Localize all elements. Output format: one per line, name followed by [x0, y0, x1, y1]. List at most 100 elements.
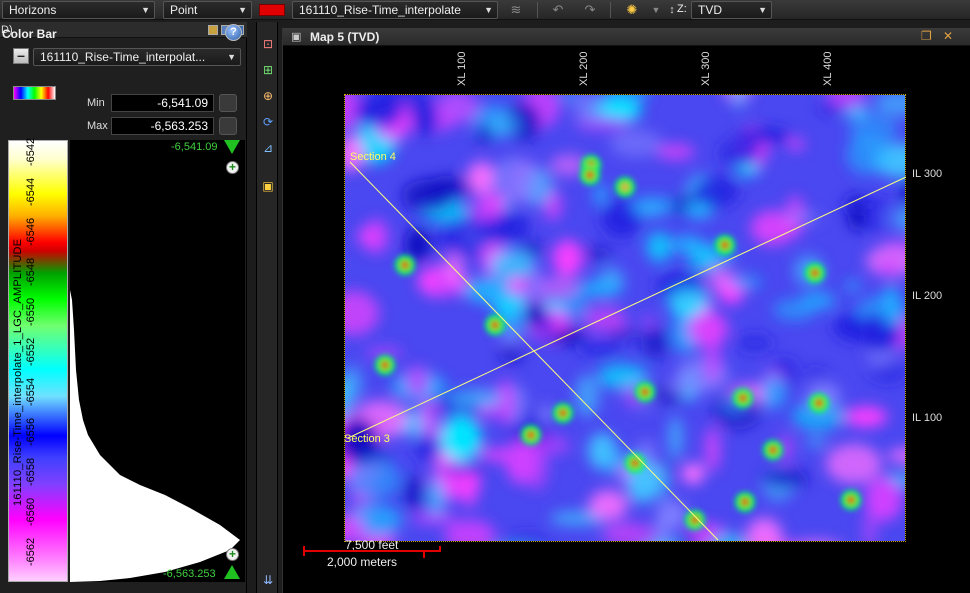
map-texture-blob — [419, 400, 438, 440]
horizons-combo-label: Horizons — [9, 3, 57, 17]
add-top-icon[interactable]: + — [226, 161, 239, 174]
color-swatch-button[interactable] — [259, 4, 285, 16]
map-texture-blob — [783, 211, 821, 224]
map-texture-blob — [487, 114, 521, 136]
map-texture-blob — [708, 268, 730, 291]
redo-icon[interactable]: ↷ — [582, 2, 598, 18]
chevron-down-icon: ▼ — [758, 5, 767, 15]
map-texture-blob — [588, 489, 628, 521]
map-texture-blob — [629, 196, 677, 216]
max-field[interactable]: -6,563.253 — [111, 117, 214, 135]
scale-tick — [439, 546, 441, 552]
map-texture-blob — [447, 389, 503, 409]
zoom-icon[interactable]: ⊕ — [260, 88, 276, 104]
map-texture-blob — [405, 365, 430, 398]
map-texture-blob — [524, 445, 549, 491]
color-bar-tick-label: -6546 — [25, 217, 37, 246]
attribute-combo[interactable]: 161110_Rise-Time_interpolate ▼ — [292, 1, 498, 19]
map-hotspot — [815, 399, 823, 407]
horizons-combo[interactable]: Horizons ▼ — [2, 1, 155, 19]
map-hotspot — [741, 498, 749, 506]
collapse-button[interactable]: – — [13, 48, 29, 64]
map-texture-blob — [579, 340, 623, 358]
map-texture-blob — [443, 252, 465, 285]
zoom-fit-icon[interactable]: ⊞ — [260, 62, 276, 78]
color-bar-tick-label: -6552 — [25, 337, 37, 366]
top-handle-icon[interactable] — [224, 140, 240, 154]
map-texture-blob — [656, 143, 695, 160]
section-3-label: Section 3 — [344, 433, 390, 445]
map-texture-blob — [845, 280, 861, 292]
map-texture-blob — [489, 250, 535, 280]
map-texture-blob — [552, 239, 583, 278]
map-hotspot — [847, 496, 855, 504]
chevron-down-icon[interactable]: ▼ — [648, 2, 664, 18]
mode-combo[interactable]: Point ▼ — [163, 1, 252, 19]
help-icon[interactable]: ? — [225, 24, 242, 41]
chevron-down-icon: ▼ — [484, 5, 493, 15]
map-texture-blob — [594, 183, 607, 206]
layers-icon[interactable]: ≋ — [508, 2, 524, 18]
map-texture-blob — [402, 475, 427, 511]
map-texture-blob — [576, 280, 623, 298]
map-hotspot — [527, 431, 535, 439]
map-texture-blob — [773, 298, 816, 321]
map-texture-blob — [688, 244, 717, 272]
amplitude-map — [345, 95, 905, 541]
mode-combo-label: Point — [170, 3, 198, 17]
color-bar-tick-label: -6544 — [25, 177, 37, 206]
map-canvas[interactable] — [344, 94, 906, 542]
map-texture-blob — [483, 193, 507, 212]
zoom-extent-icon[interactable]: ⊡ — [260, 36, 276, 52]
colorbar-top-value: -6,541.09 — [171, 141, 218, 153]
undo-icon[interactable]: ↶ — [550, 2, 566, 18]
min-field[interactable]: -6,541.09 — [111, 94, 214, 112]
map-window-icon: ▣ — [291, 31, 302, 43]
toolbar-separator — [610, 2, 611, 18]
bottom-handle-icon[interactable] — [224, 565, 240, 579]
map-hotspot — [381, 361, 389, 369]
sun-icon[interactable]: ✺ — [624, 2, 640, 18]
map-texture-blob — [865, 476, 903, 522]
xl-label: XL 300 — [700, 51, 712, 86]
map-texture-blob — [666, 378, 717, 394]
colorbar-attribute-select[interactable]: 161110_Rise-Time_interpolat... ▼ — [33, 48, 241, 66]
map-texture-blob — [398, 102, 412, 127]
map-texture-blob — [524, 300, 545, 327]
map-title: Map 5 (TVD) — [310, 30, 380, 44]
max-reset-button[interactable] — [219, 117, 237, 135]
map-texture-blob — [425, 175, 473, 199]
palette-swatch[interactable] — [13, 86, 56, 100]
z-label: Z: — [677, 3, 687, 15]
il-label: IL 300 — [912, 168, 943, 180]
z-domain-combo[interactable]: TVD ▼ — [691, 1, 772, 19]
map-texture-blob — [428, 478, 445, 516]
expand-icon[interactable]: ⇊ — [260, 572, 276, 588]
add-bottom-icon[interactable]: + — [226, 548, 239, 561]
ruler-icon[interactable]: ⊿ — [260, 140, 276, 156]
scale-tick — [423, 550, 425, 558]
color-bar-tick-label: -6556 — [25, 417, 37, 446]
close-icon[interactable]: ✕ — [943, 29, 953, 43]
color-bar-tick-label: -6542 — [25, 137, 37, 166]
rotate-icon[interactable]: ⟳ — [260, 114, 276, 130]
map-texture-blob — [825, 443, 882, 484]
palette-icon[interactable]: ▣ — [260, 178, 276, 194]
map-texture-blob — [481, 407, 495, 418]
map-hotspot — [631, 459, 639, 467]
map-texture-blob — [646, 231, 672, 262]
map-texture-blob — [640, 315, 657, 327]
panel-splitter[interactable] — [248, 22, 255, 593]
scale-feet-bar — [303, 550, 441, 552]
min-reset-button[interactable] — [219, 94, 237, 112]
restore-icon[interactable]: ❐ — [921, 29, 932, 43]
scale-tick — [303, 546, 305, 556]
map-texture-blob — [846, 135, 889, 175]
toolbar-separator — [537, 2, 538, 18]
color-bar-tick-label: -6550 — [25, 297, 37, 326]
map-hotspot — [401, 261, 409, 269]
color-bar-tick-label: -6558 — [25, 457, 37, 486]
chevron-down-icon: ▼ — [227, 52, 236, 62]
map-texture-blob — [652, 462, 669, 499]
map-texture-blob — [587, 432, 617, 470]
